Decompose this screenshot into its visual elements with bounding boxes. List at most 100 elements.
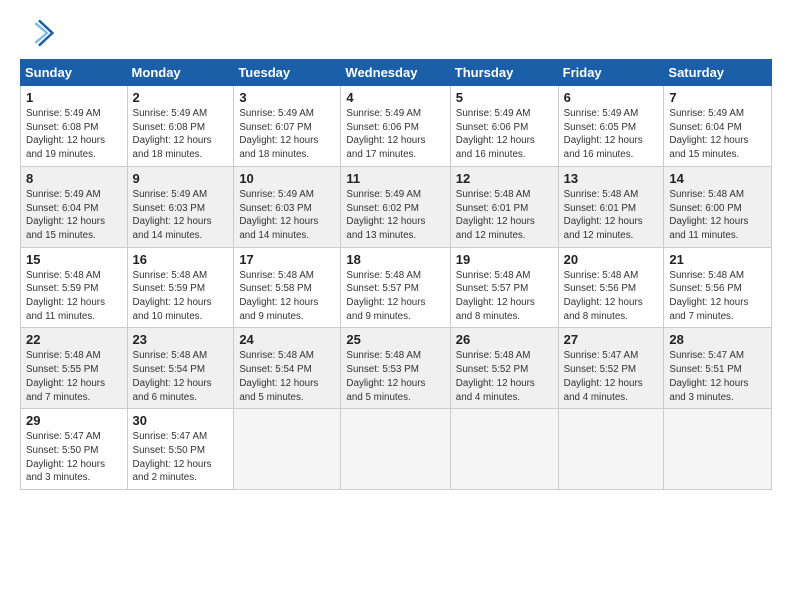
logo xyxy=(20,15,62,51)
day-detail: Sunrise: 5:48 AM Sunset: 5:56 PM Dayligh… xyxy=(564,269,659,324)
day-detail: Sunrise: 5:49 AM Sunset: 6:06 PM Dayligh… xyxy=(456,107,553,162)
day-number: 13 xyxy=(564,171,659,186)
day-number: 8 xyxy=(26,171,122,186)
calendar-cell: 10Sunrise: 5:49 AM Sunset: 6:03 PM Dayli… xyxy=(234,166,341,247)
calendar-cell: 2 Sunrise: 5:49 AM Sunset: 6:08 PM Daylig… xyxy=(127,86,234,167)
calendar-cell: 27 Sunrise: 5:47 AM Sunset: 5:52 PM Dayli… xyxy=(558,328,664,409)
calendar-cell: 22 Sunrise: 5:48 AM Sunset: 5:55 PM Dayli… xyxy=(21,328,128,409)
day-number: 25 xyxy=(346,332,444,347)
calendar-week-1: 1 Sunrise: 5:49 AM Sunset: 6:08 PM Daylig… xyxy=(21,86,772,167)
day-number: 15 xyxy=(26,252,122,267)
calendar-cell: 6 Sunrise: 5:49 AM Sunset: 6:05 PM Daylig… xyxy=(558,86,664,167)
day-detail: Sunrise: 5:49 AM Sunset: 6:02 PM Dayligh… xyxy=(346,188,444,243)
calendar-cell: 4 Sunrise: 5:49 AM Sunset: 6:06 PM Daylig… xyxy=(341,86,450,167)
day-detail: Sunrise: 5:48 AM Sunset: 5:57 PM Dayligh… xyxy=(456,269,553,324)
day-number: 21 xyxy=(669,252,766,267)
calendar-cell: 24Sunrise: 5:48 AM Sunset: 5:54 PM Dayli… xyxy=(234,328,341,409)
day-number: 6 xyxy=(564,90,659,105)
day-detail: Sunrise: 5:48 AM Sunset: 5:56 PM Dayligh… xyxy=(669,269,766,324)
calendar-cell: 29 Sunrise: 5:47 AM Sunset: 5:50 PM Dayli… xyxy=(21,409,128,490)
header-cell-friday: Friday xyxy=(558,60,664,86)
day-detail: Sunrise: 5:48 AM Sunset: 5:55 PM Dayligh… xyxy=(26,349,122,404)
calendar-cell: 7Sunrise: 5:49 AM Sunset: 6:04 PM Daylig… xyxy=(664,86,772,167)
calendar-table: SundayMondayTuesdayWednesdayThursdayFrid… xyxy=(20,59,772,490)
day-detail: Sunrise: 5:49 AM Sunset: 6:03 PM Dayligh… xyxy=(239,188,335,243)
day-detail: Sunrise: 5:48 AM Sunset: 5:54 PM Dayligh… xyxy=(133,349,229,404)
day-number: 3 xyxy=(239,90,335,105)
day-detail: Sunrise: 5:48 AM Sunset: 6:00 PM Dayligh… xyxy=(669,188,766,243)
day-detail: Sunrise: 5:49 AM Sunset: 6:04 PM Dayligh… xyxy=(26,188,122,243)
calendar-cell: 17 Sunrise: 5:48 AM Sunset: 5:58 PM Dayli… xyxy=(234,247,341,328)
header-cell-thursday: Thursday xyxy=(450,60,558,86)
calendar-cell: 15 Sunrise: 5:48 AM Sunset: 5:59 PM Dayli… xyxy=(21,247,128,328)
day-detail: Sunrise: 5:49 AM Sunset: 6:08 PM Dayligh… xyxy=(26,107,122,162)
day-detail: Sunrise: 5:48 AM Sunset: 5:52 PM Dayligh… xyxy=(456,349,553,404)
day-detail: Sunrise: 5:48 AM Sunset: 5:58 PM Dayligh… xyxy=(239,269,335,324)
day-number: 5 xyxy=(456,90,553,105)
calendar-week-3: 15 Sunrise: 5:48 AM Sunset: 5:59 PM Dayli… xyxy=(21,247,772,328)
day-number: 23 xyxy=(133,332,229,347)
day-number: 30 xyxy=(133,413,229,428)
calendar-cell xyxy=(341,409,450,490)
day-detail: Sunrise: 5:48 AM Sunset: 5:57 PM Dayligh… xyxy=(346,269,444,324)
calendar-cell xyxy=(664,409,772,490)
calendar-cell xyxy=(558,409,664,490)
day-detail: Sunrise: 5:48 AM Sunset: 5:53 PM Dayligh… xyxy=(346,349,444,404)
day-detail: Sunrise: 5:49 AM Sunset: 6:08 PM Dayligh… xyxy=(133,107,229,162)
calendar-cell: 20 Sunrise: 5:48 AM Sunset: 5:56 PM Dayli… xyxy=(558,247,664,328)
calendar-cell: 21 Sunrise: 5:48 AM Sunset: 5:56 PM Dayli… xyxy=(664,247,772,328)
day-number: 27 xyxy=(564,332,659,347)
day-number: 28 xyxy=(669,332,766,347)
header-cell-wednesday: Wednesday xyxy=(341,60,450,86)
day-number: 1 xyxy=(26,90,122,105)
day-number: 19 xyxy=(456,252,553,267)
calendar-week-5: 29 Sunrise: 5:47 AM Sunset: 5:50 PM Dayli… xyxy=(21,409,772,490)
calendar-cell: 16 Sunrise: 5:48 AM Sunset: 5:59 PM Dayli… xyxy=(127,247,234,328)
calendar-cell xyxy=(450,409,558,490)
header-cell-monday: Monday xyxy=(127,60,234,86)
calendar-cell: 14 Sunrise: 5:48 AM Sunset: 6:00 PM Dayli… xyxy=(664,166,772,247)
day-number: 12 xyxy=(456,171,553,186)
day-number: 4 xyxy=(346,90,444,105)
calendar-cell: 5 Sunrise: 5:49 AM Sunset: 6:06 PM Daylig… xyxy=(450,86,558,167)
day-number: 17 xyxy=(239,252,335,267)
day-number: 22 xyxy=(26,332,122,347)
calendar-cell: 28 Sunrise: 5:47 AM Sunset: 5:51 PM Dayli… xyxy=(664,328,772,409)
day-detail: Sunrise: 5:48 AM Sunset: 5:54 PM Dayligh… xyxy=(239,349,335,404)
day-number: 29 xyxy=(26,413,122,428)
day-detail: Sunrise: 5:47 AM Sunset: 5:50 PM Dayligh… xyxy=(133,430,229,485)
day-number: 9 xyxy=(133,171,229,186)
calendar-cell: 8 Sunrise: 5:49 AM Sunset: 6:04 PM Daylig… xyxy=(21,166,128,247)
logo-icon xyxy=(20,15,56,51)
day-detail: Sunrise: 5:47 AM Sunset: 5:50 PM Dayligh… xyxy=(26,430,122,485)
header xyxy=(20,15,772,51)
calendar-cell: 11Sunrise: 5:49 AM Sunset: 6:02 PM Dayli… xyxy=(341,166,450,247)
calendar-cell: 23 Sunrise: 5:48 AM Sunset: 5:54 PM Dayli… xyxy=(127,328,234,409)
day-detail: Sunrise: 5:47 AM Sunset: 5:52 PM Dayligh… xyxy=(564,349,659,404)
calendar-cell: 26 Sunrise: 5:48 AM Sunset: 5:52 PM Dayli… xyxy=(450,328,558,409)
day-detail: Sunrise: 5:48 AM Sunset: 5:59 PM Dayligh… xyxy=(133,269,229,324)
day-number: 14 xyxy=(669,171,766,186)
calendar-cell: 30 Sunrise: 5:47 AM Sunset: 5:50 PM Dayli… xyxy=(127,409,234,490)
calendar-cell: 12Sunrise: 5:48 AM Sunset: 6:01 PM Dayli… xyxy=(450,166,558,247)
page: SundayMondayTuesdayWednesdayThursdayFrid… xyxy=(0,0,792,612)
header-row: SundayMondayTuesdayWednesdayThursdayFrid… xyxy=(21,60,772,86)
calendar-cell: 25 Sunrise: 5:48 AM Sunset: 5:53 PM Dayli… xyxy=(341,328,450,409)
calendar-cell: 18Sunrise: 5:48 AM Sunset: 5:57 PM Dayli… xyxy=(341,247,450,328)
day-detail: Sunrise: 5:48 AM Sunset: 6:01 PM Dayligh… xyxy=(564,188,659,243)
header-cell-tuesday: Tuesday xyxy=(234,60,341,86)
day-number: 2 xyxy=(133,90,229,105)
day-detail: Sunrise: 5:49 AM Sunset: 6:03 PM Dayligh… xyxy=(133,188,229,243)
calendar-cell: 3Sunrise: 5:49 AM Sunset: 6:07 PM Daylig… xyxy=(234,86,341,167)
day-number: 20 xyxy=(564,252,659,267)
day-number: 16 xyxy=(133,252,229,267)
day-detail: Sunrise: 5:47 AM Sunset: 5:51 PM Dayligh… xyxy=(669,349,766,404)
day-detail: Sunrise: 5:49 AM Sunset: 6:05 PM Dayligh… xyxy=(564,107,659,162)
day-detail: Sunrise: 5:49 AM Sunset: 6:06 PM Dayligh… xyxy=(346,107,444,162)
calendar-cell: 19 Sunrise: 5:48 AM Sunset: 5:57 PM Dayli… xyxy=(450,247,558,328)
calendar-body: 1 Sunrise: 5:49 AM Sunset: 6:08 PM Daylig… xyxy=(21,86,772,490)
day-detail: Sunrise: 5:48 AM Sunset: 5:59 PM Dayligh… xyxy=(26,269,122,324)
day-number: 26 xyxy=(456,332,553,347)
day-detail: Sunrise: 5:49 AM Sunset: 6:04 PM Dayligh… xyxy=(669,107,766,162)
header-cell-sunday: Sunday xyxy=(21,60,128,86)
